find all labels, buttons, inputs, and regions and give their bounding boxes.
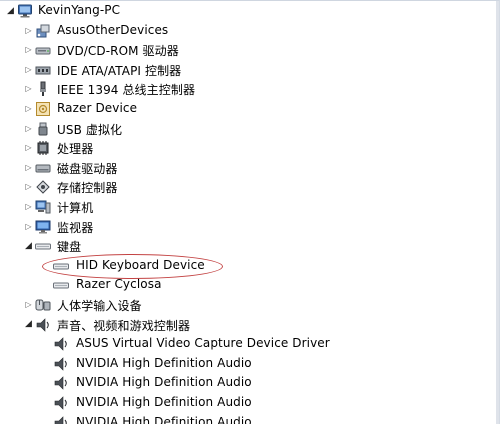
tree-item-category-2[interactable]: ▷ IDE ATA/ATAPI 控制器 xyxy=(0,60,497,80)
tree-item-category-9[interactable]: ▷ 计算机 xyxy=(0,197,497,217)
tree-item-label: 声音、视频和游戏控制器 xyxy=(57,318,191,333)
tree-item-label: 计算机 xyxy=(57,201,94,215)
tree-item-label: IEEE 1394 总线主控制器 xyxy=(57,83,196,98)
monitor-icon xyxy=(35,219,51,235)
expand-arrow-icon[interactable]: ▷ xyxy=(24,221,33,233)
tree-item-label: DVD/CD-ROM 驱动器 xyxy=(57,44,179,59)
disk-drive-icon xyxy=(35,160,51,176)
speaker-icon xyxy=(53,356,69,372)
optical-drive-icon xyxy=(35,42,51,58)
expand-arrow-icon[interactable]: ▷ xyxy=(24,44,33,56)
expand-arrow-icon[interactable]: ▷ xyxy=(24,83,33,95)
keyboard-icon xyxy=(35,238,51,254)
computer-icon xyxy=(35,199,51,215)
keyboard-icon xyxy=(53,258,69,274)
usb-icon xyxy=(35,121,51,137)
device-manager-tree-panel: ◢ KevinYang-PC ▷ AsusOtherDevices ▷ DVD/CD-RO… xyxy=(0,0,500,424)
expand-arrow-icon[interactable]: ▷ xyxy=(24,123,33,135)
keyboard-icon xyxy=(53,277,69,293)
tree-item-label: 磁盘驱动器 xyxy=(57,161,118,176)
tree-item-label: NVIDIA High Definition Audio xyxy=(76,375,252,390)
tree-item-label: NVIDIA High Definition Audio xyxy=(76,355,252,370)
tree-item-category-3[interactable]: ▷ IEEE 1394 总线主控制器 xyxy=(0,79,497,99)
speaker-icon xyxy=(53,395,69,411)
tree-item-category-5[interactable]: ▷ USB 虚拟化 xyxy=(0,119,497,139)
tree-item-category-10[interactable]: ▷ 监视器 xyxy=(0,217,497,237)
storage-controller-icon xyxy=(35,179,51,195)
tree-item-root[interactable]: ◢ KevinYang-PC xyxy=(0,1,497,21)
expand-arrow-icon[interactable]: ▷ xyxy=(24,64,33,76)
tree-item-label: Razer Device xyxy=(57,101,138,115)
expand-arrow-icon[interactable]: ▷ xyxy=(24,162,33,174)
tree-item-label: IDE ATA/ATAPI 控制器 xyxy=(57,63,182,78)
tree-item-device-11-0[interactable]: HID Keyboard Device xyxy=(0,256,497,276)
tree-item-label: USB 虚拟化 xyxy=(57,122,123,137)
speaker-icon xyxy=(53,375,69,391)
tree-item-category-0[interactable]: ▷ AsusOtherDevices xyxy=(0,21,497,41)
tree-item-category-8[interactable]: ▷ 存储控制器 xyxy=(0,177,497,197)
tree-item-category-7[interactable]: ▷ 磁盘驱动器 xyxy=(0,158,497,178)
ieee1394-icon xyxy=(35,81,51,97)
expand-arrow-icon[interactable]: ▷ xyxy=(24,103,33,115)
tree-item-category-1[interactable]: ▷ DVD/CD-ROM 驱动器 xyxy=(0,40,497,60)
speaker-icon xyxy=(35,317,51,333)
tree-item-label: HID Keyboard Device xyxy=(76,257,205,272)
tree-item-category-4[interactable]: ▷ Razer Device xyxy=(0,99,497,119)
tree-item-device-13-4[interactable]: NVIDIA High Definition Audio xyxy=(0,413,497,424)
tree-item-category-12[interactable]: ▷ 人体学输入设备 xyxy=(0,295,497,315)
tree-item-category-6[interactable]: ▷ 处理器 xyxy=(0,138,497,158)
collapse-arrow-icon[interactable]: ◢ xyxy=(24,319,33,331)
tree-item-label: Razer Cyclosa xyxy=(76,277,162,292)
processor-icon xyxy=(35,140,51,156)
tree-item-label: 处理器 xyxy=(57,142,94,157)
tree-item-label: 键盘 xyxy=(57,240,82,255)
tree-item-device-13-0[interactable]: ASUS Virtual Video Capture Device Driver xyxy=(0,334,497,354)
tree-item-device-11-1[interactable]: Razer Cyclosa xyxy=(0,275,497,295)
scrollbar-edge[interactable] xyxy=(496,1,499,424)
tree-item-label: AsusOtherDevices xyxy=(57,22,169,37)
tree-item-category-13[interactable]: ◢ 声音、视频和游戏控制器 xyxy=(0,315,497,335)
computer-root-icon xyxy=(17,3,33,19)
expand-arrow-icon[interactable]: ▷ xyxy=(24,299,33,311)
ide-controller-icon xyxy=(35,62,51,78)
expand-arrow-icon[interactable]: ▷ xyxy=(24,142,33,154)
tree-item-label: 存储控制器 xyxy=(57,181,118,196)
expand-arrow-icon[interactable]: ▷ xyxy=(24,181,33,193)
speaker-icon xyxy=(53,415,69,424)
tree-item-device-13-2[interactable]: NVIDIA High Definition Audio xyxy=(0,373,497,393)
collapse-arrow-icon[interactable]: ◢ xyxy=(6,5,15,17)
tree-item-label: 人体学输入设备 xyxy=(57,299,142,313)
device-cluster-icon xyxy=(35,23,51,39)
expand-arrow-icon[interactable]: ▷ xyxy=(24,25,33,37)
hid-input-icon xyxy=(35,297,51,313)
expand-arrow-icon[interactable]: ▷ xyxy=(24,201,33,213)
tree-item-device-13-3[interactable]: NVIDIA High Definition Audio xyxy=(0,393,497,413)
tree-item-label: NVIDIA High Definition Audio xyxy=(76,414,252,424)
collapse-arrow-icon[interactable]: ◢ xyxy=(24,240,33,252)
speaker-icon xyxy=(53,336,69,352)
tree-item-label: NVIDIA High Definition Audio xyxy=(76,395,252,409)
tree-item-label: ASUS Virtual Video Capture Device Driver xyxy=(76,336,330,351)
razer-device-icon xyxy=(35,101,51,117)
tree-item-label: 监视器 xyxy=(57,220,94,235)
tree-item-label: KevinYang-PC xyxy=(38,3,121,17)
tree-item-device-13-1[interactable]: NVIDIA High Definition Audio xyxy=(0,354,497,374)
tree-item-category-11[interactable]: ◢ 键盘 xyxy=(0,236,497,256)
